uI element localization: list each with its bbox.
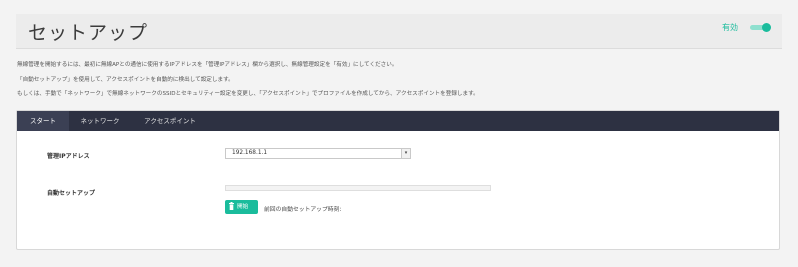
tab-bar: スタート ネットワーク アクセスポイント [17,111,779,131]
mgmt-ip-select[interactable]: 192.168.1.1 ▾ [225,148,411,159]
page-title: セットアップ [28,22,149,44]
tab-access-point[interactable]: アクセスポイント [137,111,203,131]
setup-panel: スタート ネットワーク アクセスポイント 管理IPアドレス 192.168.1.… [16,110,780,250]
trash-icon [229,201,234,210]
auto-setup-progress-bar [225,185,491,191]
description-line-1: 無線管理を開始するには、最初に無線APとの通信に使用するIPアドレスを「管理IP… [17,62,398,68]
description-line-2: 「自動セットアップ」を使用して、アクセスポイントを自動的に検出して設定します。 [17,77,234,83]
mgmt-ip-label: 管理IPアドレス [47,153,90,160]
tab-start[interactable]: スタート [17,111,69,131]
start-button-label: 開始 [237,204,249,210]
mgmt-ip-value: 192.168.1.1 [232,150,268,156]
start-auto-setup-button[interactable]: 開始 [225,200,258,214]
tab-network[interactable]: ネットワーク [75,111,125,131]
page-header: セットアップ 有効 [16,14,782,49]
description-line-3: もしくは、手動で「ネットワーク」で無線ネットワークのSSIDとセキュリティー設定… [17,91,479,97]
wireless-enable-toggle[interactable] [750,23,772,33]
auto-setup-label: 自動セットアップ [47,190,96,197]
chevron-down-icon: ▾ [401,149,410,158]
toggle-knob [762,23,771,32]
wireless-status-label: 有効 [722,23,738,32]
last-run-text: 前回の自動セットアップ時刻: [264,207,342,213]
